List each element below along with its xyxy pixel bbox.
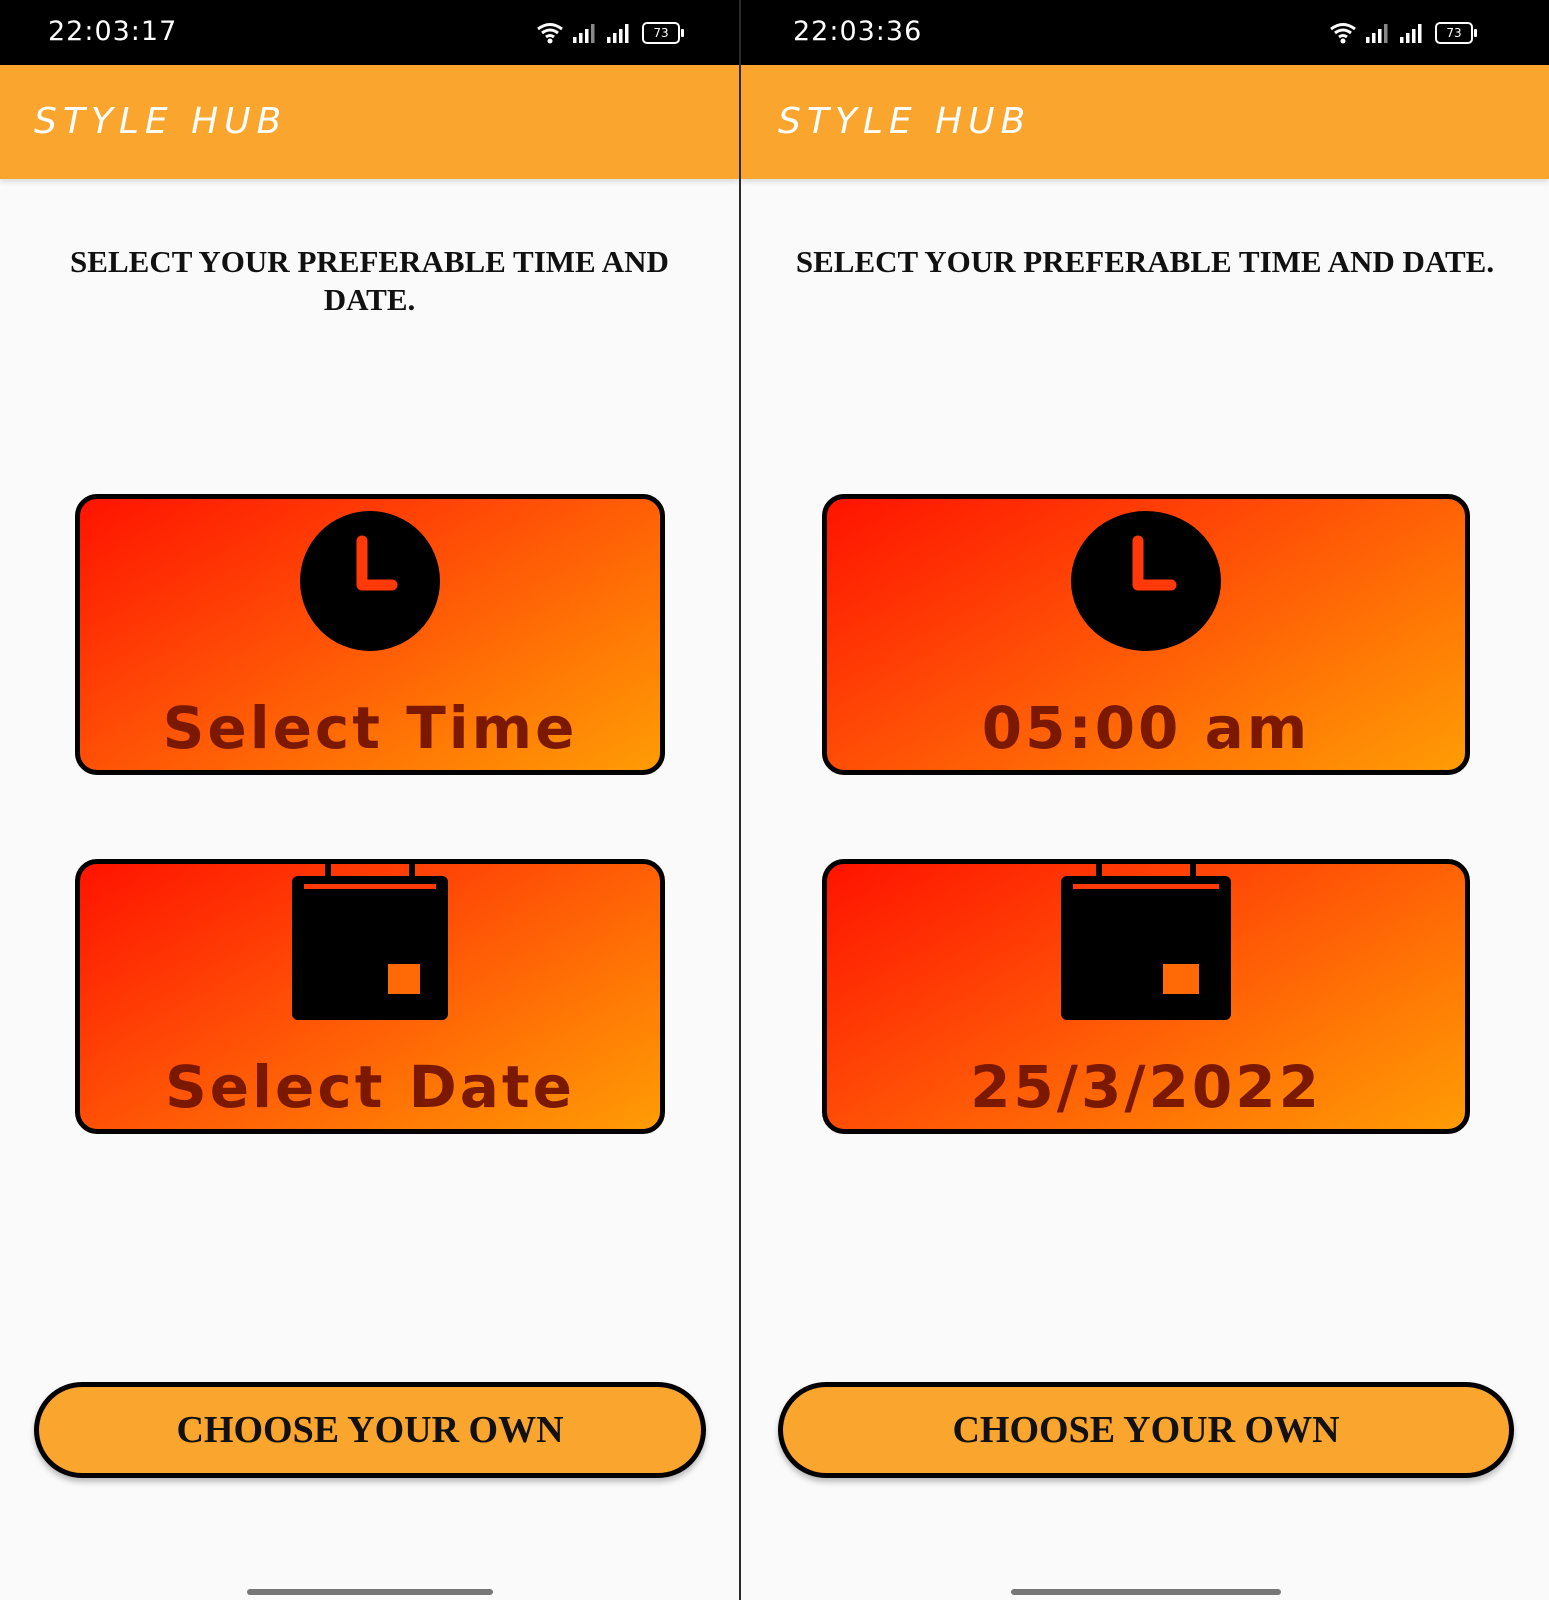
status-time: 22:03:17 [48, 16, 178, 47]
date-value: 25/3/2022 [970, 1053, 1322, 1121]
select-time-card[interactable]: 05:00 am [822, 494, 1470, 775]
calendar-icon [1061, 864, 1231, 1020]
choose-your-own-button[interactable]: CHOOSE YOUR OWN [34, 1382, 706, 1478]
signal-icon-sim2 [607, 24, 629, 43]
home-indicator[interactable] [247, 1589, 493, 1595]
signal-icon-sim2 [1400, 24, 1422, 43]
page-heading: SELECT YOUR PREFERABLE TIME AND DATE. [795, 244, 1495, 279]
calendar-icon [292, 864, 448, 1020]
app-title: STYLE HUB [778, 101, 1032, 142]
battery-icon: 73 [642, 22, 684, 44]
status-icons: 73 [1329, 18, 1477, 48]
status-bar: 22:03:17 73 [0, 0, 739, 65]
select-date-card[interactable]: 25/3/2022 [822, 859, 1470, 1134]
signal-icon-sim1 [573, 24, 595, 43]
wifi-icon [1330, 23, 1356, 44]
clock-icon [1071, 511, 1221, 651]
wifi-icon [537, 23, 563, 44]
select-date-card[interactable]: Select Date [75, 859, 665, 1134]
phone-screen-right: 22:03:36 73 STYLE HUB SELECT YOUR PREFER… [741, 0, 1549, 1600]
app-title: STYLE HUB [34, 101, 288, 142]
select-time-card[interactable]: Select Time [75, 494, 665, 775]
status-icons: 73 [536, 18, 684, 48]
status-time: 22:03:36 [793, 16, 923, 47]
clock-icon [300, 511, 440, 651]
date-value: Select Date [165, 1053, 575, 1121]
app-bar: STYLE HUB [0, 65, 739, 179]
battery-icon: 73 [1435, 22, 1477, 44]
time-value: 05:00 am [981, 694, 1311, 762]
status-bar: 22:03:36 73 [741, 0, 1549, 65]
time-value: Select Time [162, 694, 578, 762]
signal-icon-sim1 [1366, 24, 1388, 43]
phone-screen-left: 22:03:17 73 STYLE HUB SELECT YOUR PREFER… [0, 0, 739, 1600]
home-indicator[interactable] [1011, 1589, 1281, 1595]
choose-your-own-button[interactable]: CHOOSE YOUR OWN [778, 1382, 1514, 1478]
app-bar: STYLE HUB [741, 65, 1549, 179]
page-heading: SELECT YOUR PREFERABLE TIME AND DATE. [70, 244, 669, 317]
